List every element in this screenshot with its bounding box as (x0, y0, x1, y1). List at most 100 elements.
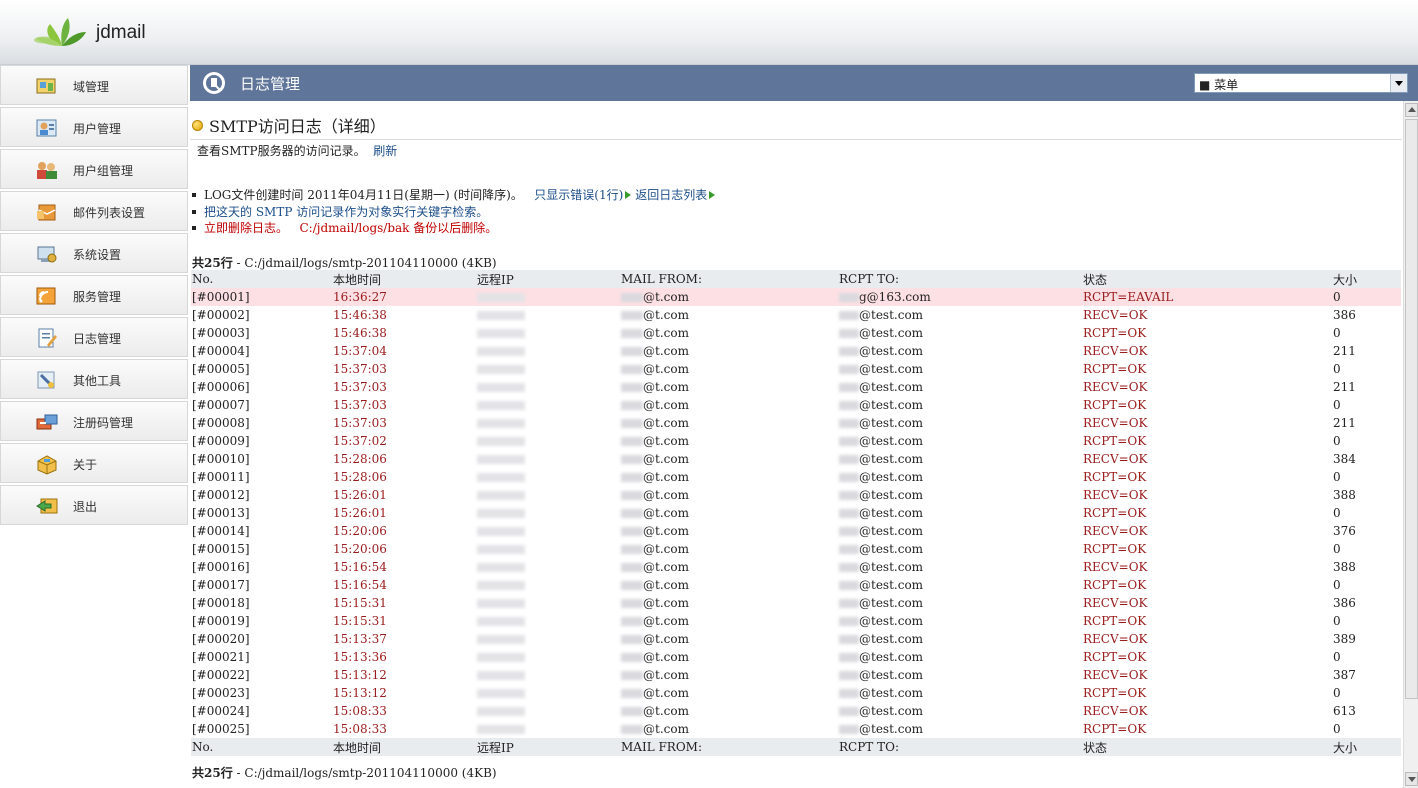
sidebar-item-tools[interactable]: 其他工具 (0, 359, 188, 399)
cell-mail-from: @t.com (620, 702, 838, 720)
table-row: [#00005] 15:37:03 @t.com @test.com RCPT=OK 0 (191, 360, 1401, 378)
cell-rcpt-to-text: @test.com (859, 668, 924, 682)
cell-size: 388 (1333, 488, 1356, 502)
redacted-text (621, 437, 643, 446)
table-row: [#00009] 15:37:02 @t.com @test.com RCPT=OK 0 (191, 432, 1401, 450)
redacted-text (839, 401, 859, 410)
redacted-text (621, 401, 643, 410)
cell-mail-from-text: @t.com (643, 398, 689, 412)
page-title-text: SMTP访问日志（详细） (209, 117, 386, 136)
table-row: [#00020] 15:13:37 @t.com @test.com RECV=OK 38… (191, 630, 1401, 648)
sidebar: 域管理 用户管理 用户组管理 邮件列表设置 系统设置 服务管理 日志管理 其他工… (0, 65, 189, 788)
redacted-text (621, 293, 643, 302)
redacted-text (839, 617, 859, 626)
cell-remote-ip (476, 576, 620, 594)
errors-only-link[interactable]: 只显示错误(1行) (534, 188, 623, 202)
main-content: SMTP访问日志（详细） 查看SMTP服务器的访问记录。 刷新 LOG文件创建时… (190, 101, 1402, 788)
cell-no: [#00005] (192, 362, 250, 376)
cell-size: 387 (1333, 668, 1356, 682)
sidebar-item-label: 其他工具 (73, 374, 122, 388)
scroll-up-icon[interactable] (1405, 103, 1418, 117)
sidebar-item-user-group[interactable]: 用户组管理 (0, 149, 188, 189)
arrow-right-icon (625, 191, 632, 199)
sidebar-item-domain[interactable]: 域管理 (0, 65, 188, 105)
cell-local-time: 15:26:01 (333, 506, 387, 520)
table-row: [#00017] 15:16:54 @t.com @test.com RCPT=OK 0 (191, 576, 1401, 594)
redacted-text (839, 707, 859, 716)
redacted-text (839, 689, 859, 698)
redacted-ip (477, 401, 525, 410)
refresh-link[interactable]: 刷新 (373, 144, 397, 158)
sidebar-item-license[interactable]: 注册码管理 (0, 401, 188, 441)
redacted-ip (477, 725, 525, 734)
cell-rcpt-to: @test.com (838, 612, 1082, 630)
delete-log-link[interactable]: 立即删除日志。 (204, 221, 288, 235)
sidebar-item-mail-list[interactable]: 邮件列表设置 (0, 191, 188, 231)
cell-rcpt-to-text: @test.com (859, 506, 924, 520)
cell-remote-ip (476, 342, 620, 360)
cell-size: 0 (1333, 614, 1341, 628)
cell-rcpt-to: @test.com (838, 342, 1082, 360)
sidebar-item-user[interactable]: 用户管理 (0, 107, 188, 147)
redacted-text (839, 725, 859, 734)
cell-local-time: 15:16:54 (333, 578, 387, 592)
keyword-search-link[interactable]: 把这天的 SMTP 访问记录作为对象实行关键字检索。 (204, 205, 488, 219)
scroll-thumb[interactable] (1405, 119, 1418, 699)
cell-rcpt-to: @test.com (838, 324, 1082, 342)
row-count-bottom: 共25行 - C:/jdmail/logs/smtp-201104110000 … (192, 764, 497, 781)
sidebar-item-logout[interactable]: 退出 (0, 485, 188, 525)
col-header-local-time: 本地时间 (332, 270, 476, 288)
chevron-down-icon[interactable] (1390, 74, 1407, 92)
redacted-ip (477, 329, 525, 338)
redacted-text (621, 527, 643, 536)
cell-mail-from-text: @t.com (643, 650, 689, 664)
redacted-text (621, 671, 643, 680)
cell-rcpt-to-text: @test.com (859, 650, 924, 664)
cell-local-time: 15:15:31 (333, 596, 387, 610)
sidebar-item-system-settings[interactable]: 系统设置 (0, 233, 188, 273)
redacted-text (839, 671, 859, 680)
cell-mail-from-text: @t.com (643, 542, 689, 556)
cell-no: [#00007] (192, 398, 250, 412)
cell-rcpt-to: @test.com (838, 684, 1082, 702)
col-footer-local-time: 本地时间 (332, 738, 476, 756)
vertical-scrollbar[interactable] (1403, 101, 1418, 788)
sidebar-item-service[interactable]: 服务管理 (0, 275, 188, 315)
cell-mail-from-text: @t.com (643, 434, 689, 448)
cell-no: [#00014] (192, 524, 250, 538)
table-row: [#00016] 15:16:54 @t.com @test.com RECV=OK 38… (191, 558, 1401, 576)
cell-size: 0 (1333, 542, 1341, 556)
scroll-down-icon[interactable] (1405, 772, 1418, 786)
redacted-ip (477, 293, 525, 302)
sidebar-item-about[interactable]: 关于 (0, 443, 188, 483)
cell-mail-from-text: @t.com (643, 632, 689, 646)
sidebar-item-log[interactable]: 日志管理 (0, 317, 188, 357)
cell-local-time: 15:20:06 (333, 524, 387, 538)
cell-size: 0 (1333, 650, 1341, 664)
page-title: SMTP访问日志（详细） (192, 113, 386, 137)
cell-rcpt-to-text: @test.com (859, 362, 924, 376)
cell-rcpt-to-text: @test.com (859, 578, 924, 592)
cell-no: [#00020] (192, 632, 250, 646)
cell-status: RCPT=OK (1083, 722, 1147, 736)
cell-rcpt-to: @test.com (838, 702, 1082, 720)
cell-local-time: 15:37:02 (333, 434, 387, 448)
sidebar-item-label: 退出 (73, 500, 98, 514)
back-to-log-list-link[interactable]: 返回日志列表 (635, 188, 707, 202)
cell-no: [#00017] (192, 578, 250, 592)
menu-dropdown[interactable]: ■ 菜单 (1194, 73, 1408, 93)
cell-rcpt-to-text: @test.com (859, 632, 924, 646)
cell-mail-from-text: @t.com (643, 506, 689, 520)
cell-rcpt-to: @test.com (838, 306, 1082, 324)
cell-mail-from: @t.com (620, 486, 838, 504)
info-log-created: LOG文件创建时间 2011年04月11日(星期一) (时间降序)。 只显示错误… (192, 186, 719, 203)
cell-mail-from-text: @t.com (643, 668, 689, 682)
redacted-ip (477, 347, 525, 356)
cell-rcpt-to: @test.com (838, 576, 1082, 594)
redacted-text (621, 617, 643, 626)
redacted-text (839, 509, 859, 518)
redacted-ip (477, 563, 525, 572)
col-header-mail-from: MAIL FROM: (620, 270, 838, 288)
cell-rcpt-to-text: @test.com (859, 452, 924, 466)
sidebar-item-label: 系统设置 (73, 248, 122, 262)
